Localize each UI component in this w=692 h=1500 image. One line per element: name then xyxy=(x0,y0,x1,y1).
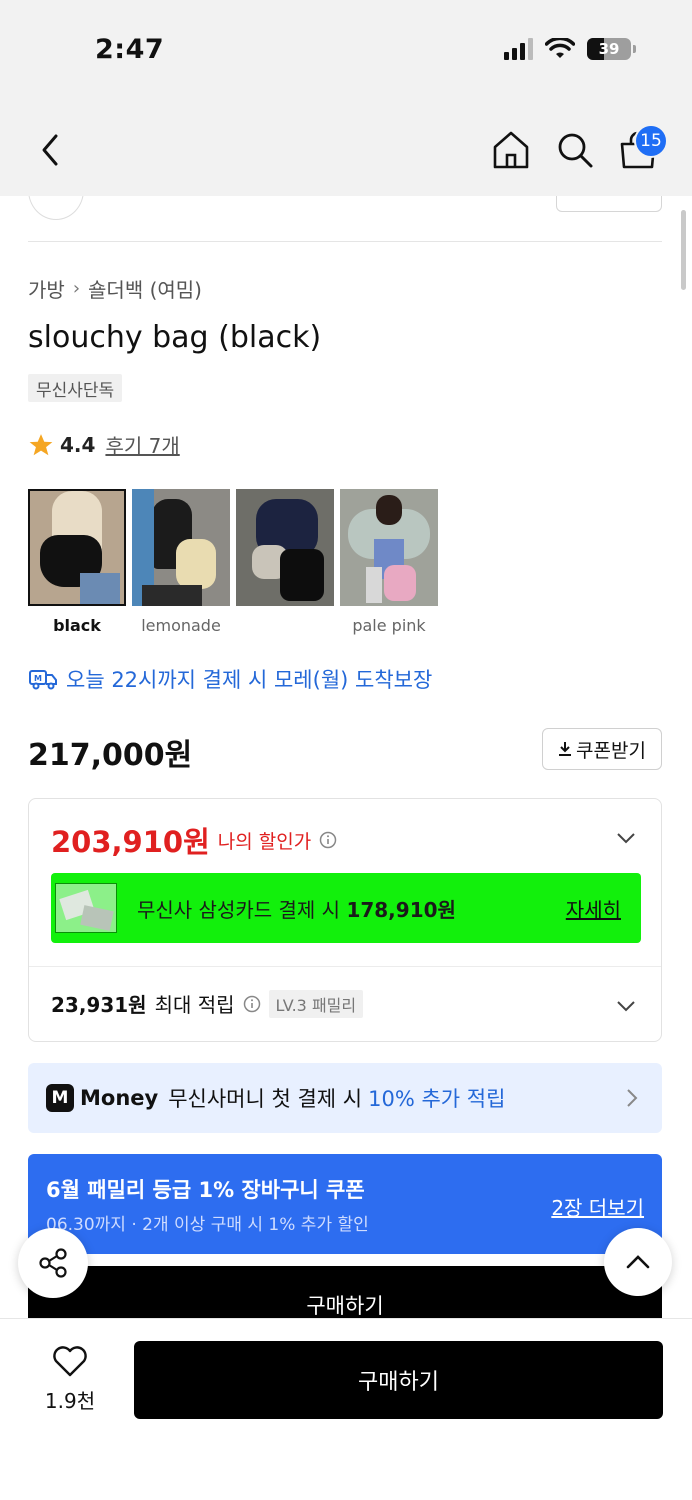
family-coupon-banner[interactable]: 6월 패밀리 등급 1% 장바구니 쿠폰 06.30까지 · 2개 이상 구매 … xyxy=(28,1154,662,1254)
my-price-row[interactable]: 203,910원 나의 할인가 xyxy=(51,819,337,861)
status-time: 2:47 xyxy=(95,34,165,65)
top-bar: 2:47 39 15 xyxy=(0,0,692,196)
color-thumbnail xyxy=(28,489,126,606)
breadcrumb-item-subcategory[interactable]: 숄더백 (여밈) xyxy=(88,274,202,303)
heart-icon xyxy=(53,1346,87,1377)
delivery-guarantee[interactable]: M 오늘 22시까지 결제 시 모레(월) 도착보장 xyxy=(28,664,432,694)
share-icon xyxy=(39,1248,67,1278)
info-icon[interactable] xyxy=(319,831,337,849)
battery-tip xyxy=(633,45,636,53)
my-discount-price: 203,910원 xyxy=(51,825,210,859)
exclusive-tag: 무신사단독 xyxy=(28,374,123,402)
breadcrumb-item-category[interactable]: 가방 xyxy=(28,274,65,303)
buy-button[interactable]: 구매하기 xyxy=(134,1341,663,1419)
chevron-down-icon[interactable] xyxy=(615,827,637,849)
cart-count-badge: 15 xyxy=(634,124,668,158)
color-options: black lemonade pale pink xyxy=(28,489,438,635)
color-option-3[interactable] xyxy=(236,489,334,635)
breadcrumb: 가방 › 숄더백 (여밈) xyxy=(28,274,202,303)
color-option-black[interactable]: black xyxy=(28,489,126,635)
svg-text:M: M xyxy=(34,674,42,683)
coupon-button[interactable]: 쿠폰받기 xyxy=(542,728,662,770)
like-count: 1.9천 xyxy=(44,1389,96,1413)
chevron-right-icon xyxy=(627,1089,638,1107)
share-button[interactable] xyxy=(18,1228,88,1298)
rating: 4.4 후기 7개 xyxy=(28,430,180,459)
card-detail-link[interactable]: 자세히 xyxy=(566,894,621,923)
download-icon xyxy=(559,742,572,756)
divider xyxy=(29,966,661,967)
original-price: 217,000원 xyxy=(28,738,193,773)
star-icon xyxy=(29,433,53,455)
scrollbar[interactable] xyxy=(681,210,686,290)
home-icon[interactable] xyxy=(492,130,530,170)
money-text: 무신사머니 첫 결제 시 xyxy=(168,1087,363,1111)
color-thumbnail xyxy=(340,489,438,606)
info-icon[interactable] xyxy=(243,995,261,1013)
rating-score: 4.4 xyxy=(60,432,96,457)
chevron-up-icon xyxy=(626,1255,650,1269)
scroll-to-top-button[interactable] xyxy=(604,1228,672,1296)
family-coupon-title: 6월 패밀리 등급 1% 장바구니 쿠폰 xyxy=(46,1178,365,1202)
musinsa-money-banner[interactable]: M Money 무신사머니 첫 결제 시 10% 추가 적립 xyxy=(28,1063,662,1133)
divider xyxy=(28,241,662,242)
card-benefit-text: 무신사 삼성카드 결제 시 178,910원 xyxy=(137,897,456,922)
points-amount: 23,931원 xyxy=(51,993,147,1017)
delivery-text: 오늘 22시까지 결제 시 모레(월) 도착보장 xyxy=(66,668,433,692)
product-title: slouchy bag (black) xyxy=(28,320,322,355)
my-discount-label: 나의 할인가 xyxy=(217,830,312,853)
color-label: black xyxy=(53,616,101,635)
card-benefit-banner[interactable]: 무신사 삼성카드 결제 시 178,910원 자세히 xyxy=(51,873,641,943)
family-coupon-subtitle: 06.30까지 · 2개 이상 구매 시 1% 추가 할인 xyxy=(46,1215,369,1235)
money-highlight: 10% 추가 적립 xyxy=(368,1087,506,1111)
color-thumbnail xyxy=(132,489,230,606)
chevron-right-icon: › xyxy=(72,278,81,299)
card-benefit-price: 178,910원 xyxy=(346,897,456,922)
color-option-pale-pink[interactable]: pale pink xyxy=(340,489,438,635)
back-icon[interactable] xyxy=(36,132,66,168)
delivery-truck-icon: M xyxy=(29,670,57,690)
bottom-action-bar: 1.9천 구매하기 xyxy=(0,1318,692,1500)
buy-label: 구매하기 xyxy=(358,1370,439,1395)
chevron-down-icon[interactable] xyxy=(615,995,637,1017)
battery-indicator: 39 xyxy=(587,38,631,60)
benefit-box: 203,910원 나의 할인가 무신사 삼성카드 결제 시 178,910원 자… xyxy=(28,798,662,1042)
sticky-buy-label: 구매하기 xyxy=(306,1294,384,1318)
family-coupon-more-link[interactable]: 2장 더보기 xyxy=(551,1192,644,1221)
money-logo-icon: M xyxy=(46,1084,74,1112)
cellular-signal-icon xyxy=(504,38,533,60)
status-icons: 39 xyxy=(504,38,636,60)
points-row[interactable]: 23,931원 최대 적립 LV.3 패밀리 xyxy=(51,989,364,1018)
member-level-tag: LV.3 패밀리 xyxy=(268,989,364,1018)
review-link[interactable]: 후기 7개 xyxy=(105,430,179,459)
samsung-card-image xyxy=(55,883,117,933)
color-thumbnail xyxy=(236,489,334,606)
like-button[interactable]: 1.9천 xyxy=(30,1345,110,1414)
coupon-label: 쿠폰받기 xyxy=(576,739,646,762)
search-icon[interactable] xyxy=(555,130,595,170)
sticky-buy-button[interactable]: 구매하기 xyxy=(28,1266,662,1318)
color-label: pale pink xyxy=(352,616,426,635)
color-option-lemonade[interactable]: lemonade xyxy=(132,489,230,635)
color-label: lemonade xyxy=(141,616,221,635)
wifi-icon xyxy=(545,38,575,58)
points-label: 최대 적립 xyxy=(154,993,235,1017)
money-brand: Money xyxy=(80,1086,159,1110)
